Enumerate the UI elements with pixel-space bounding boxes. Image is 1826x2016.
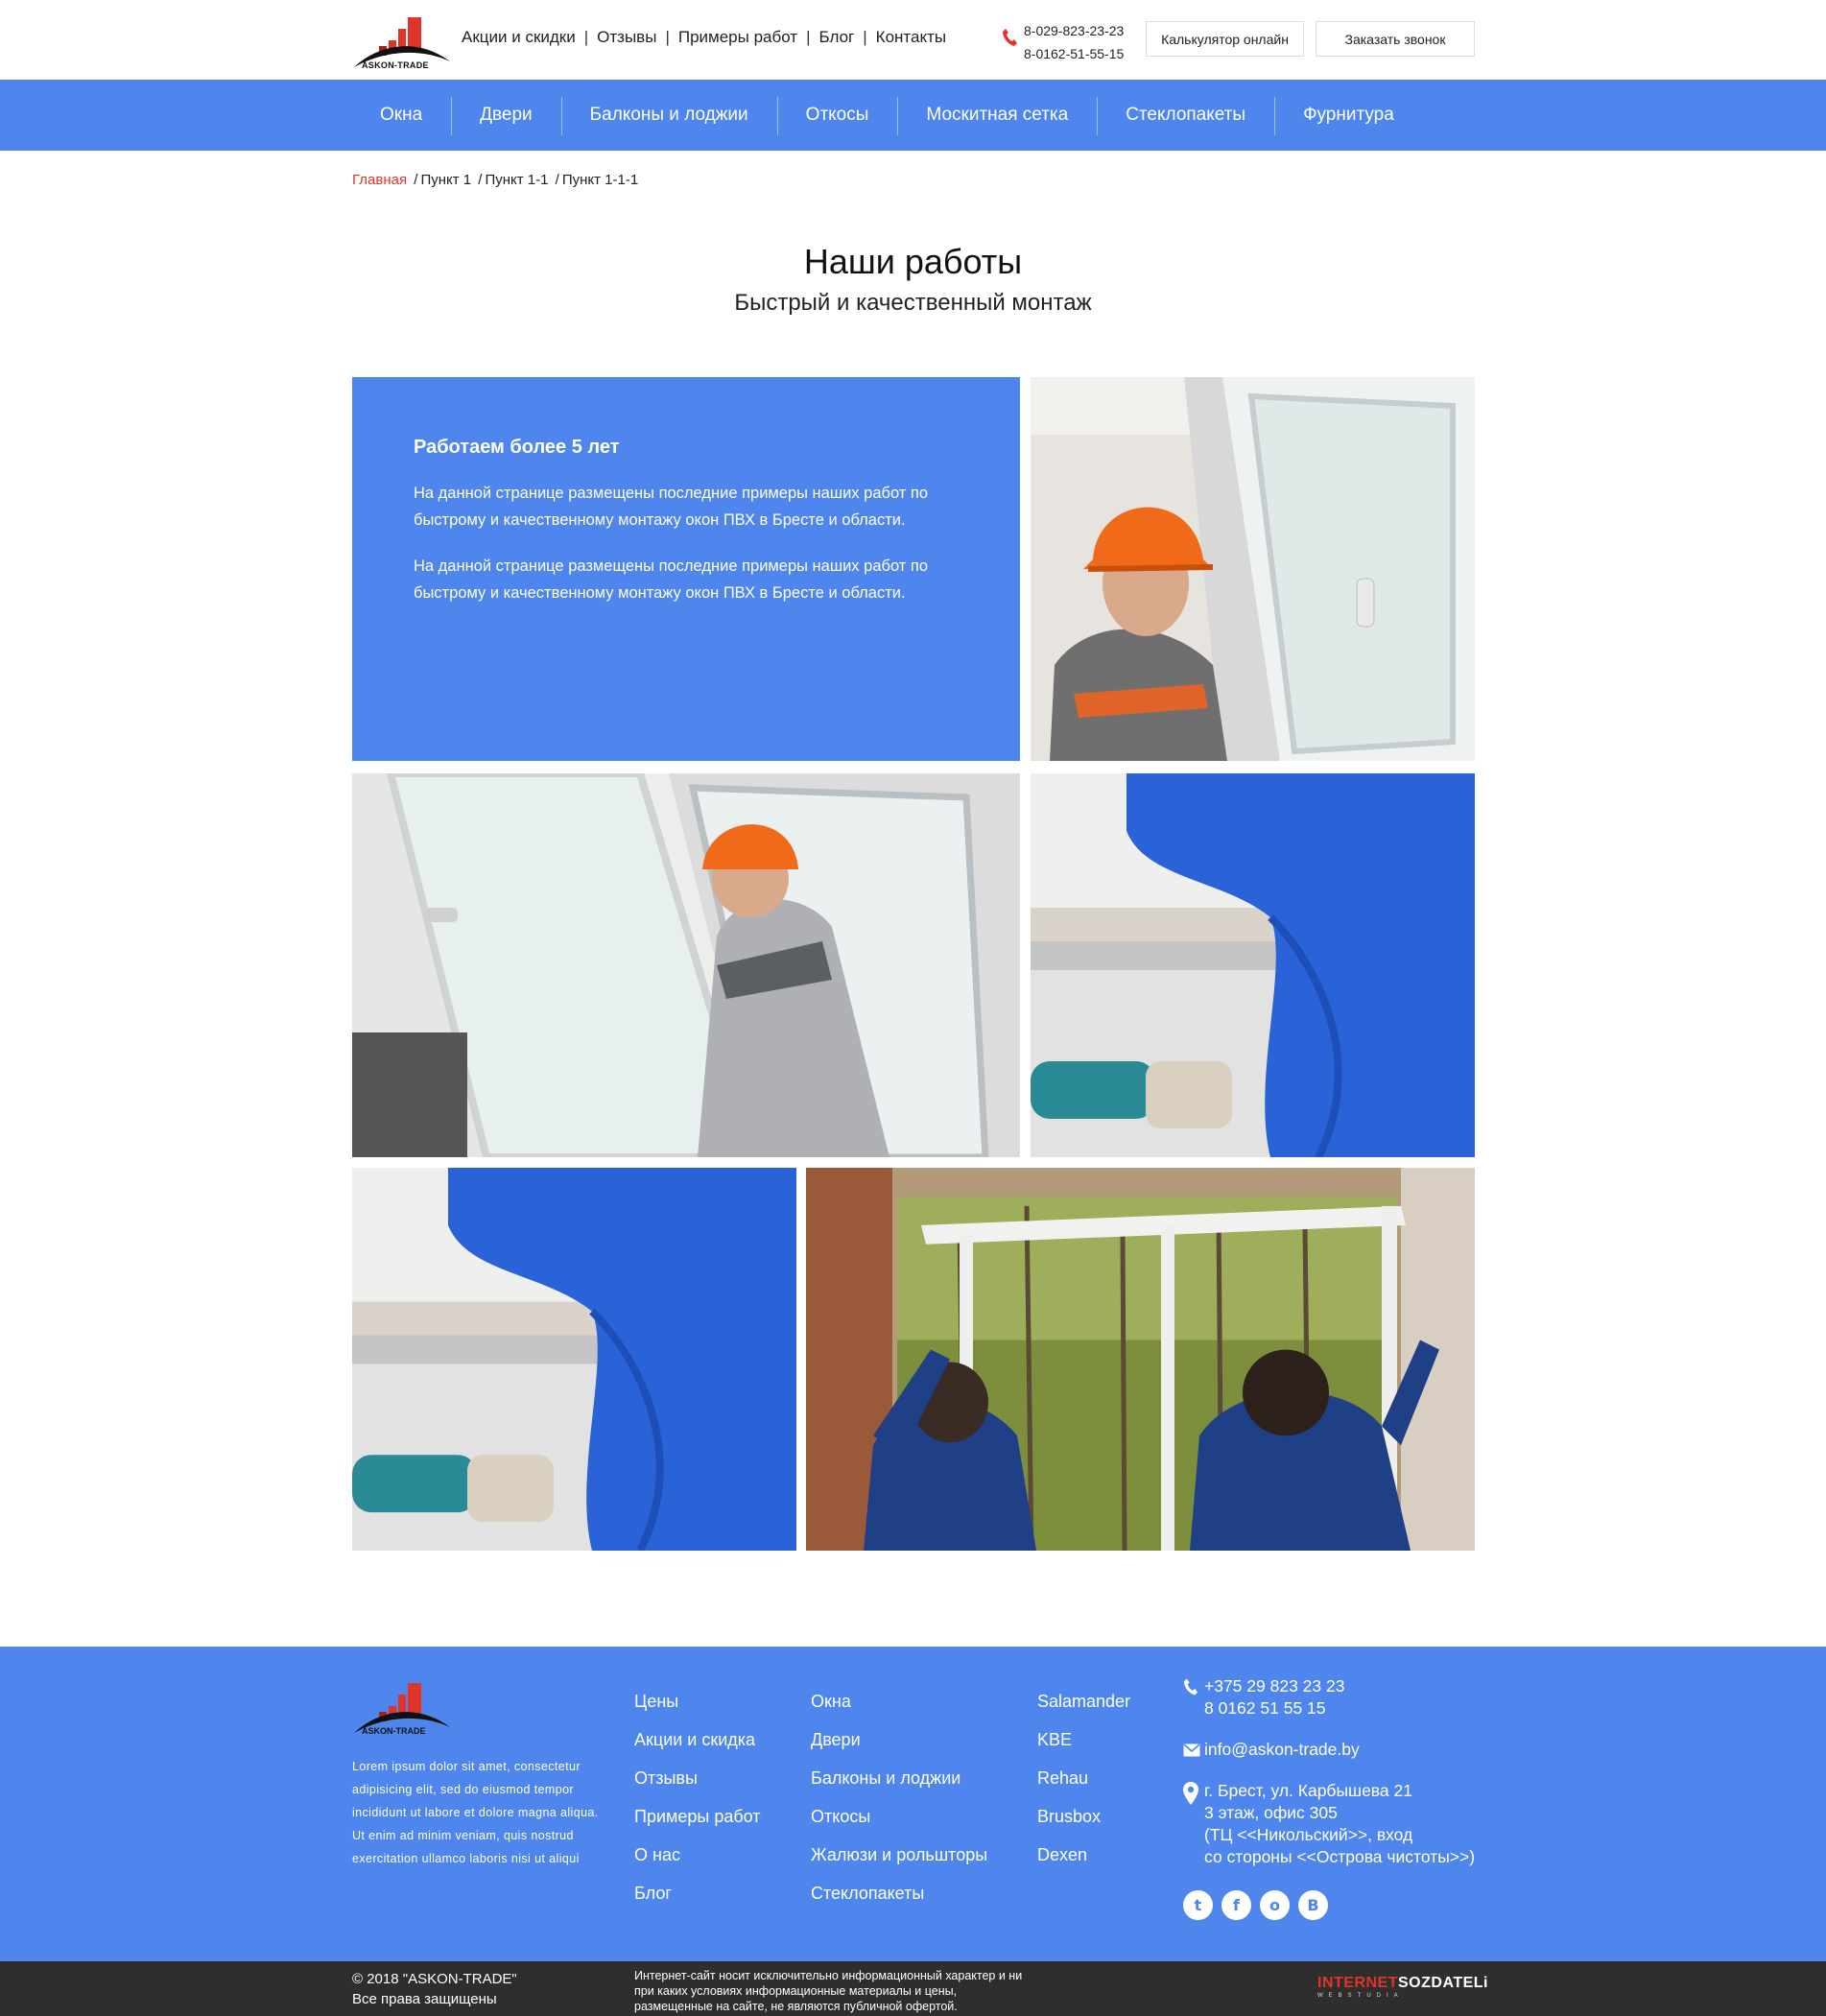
footer-links-company: Цены Акции и скидка Отзывы Примеры работ… xyxy=(634,1682,761,1912)
mainnav-item-glass-units[interactable]: Стеклопакеты xyxy=(1097,80,1274,151)
footer-link[interactable]: Жалюзи и рольшторы xyxy=(811,1836,987,1874)
footer-link[interactable]: Блог xyxy=(634,1874,761,1912)
footer-links-products: Окна Двери Балконы и лоджии Откосы Жалюз… xyxy=(811,1682,987,1912)
bottom-bar: © 2018 "ASKON-TRADE" Все права защищены … xyxy=(0,1961,1826,2016)
footer-contacts: +375 29 823 23 23 8 0162 51 55 15 info@a… xyxy=(1183,1675,1490,1868)
footer-phones: +375 29 823 23 23 8 0162 51 55 15 xyxy=(1183,1675,1490,1720)
facebook-icon[interactable]: f xyxy=(1221,1890,1251,1920)
location-pin-icon xyxy=(1183,1782,1198,1805)
mainnav-item-balconies[interactable]: Балконы и лоджии xyxy=(560,80,777,151)
site-footer: ASKON-TRADE Lorem ipsum dolor sit amet, … xyxy=(0,1647,1826,1961)
footer-address: г. Брест, ул. Карбышева 21 3 этаж, офис … xyxy=(1183,1780,1490,1868)
footer-phone[interactable]: 8 0162 51 55 15 xyxy=(1204,1697,1490,1720)
footer-link[interactable]: Стеклопакеты xyxy=(811,1874,987,1912)
twitter-icon[interactable]: t xyxy=(1183,1890,1213,1920)
mainnav-item-hardware[interactable]: Фурнитура xyxy=(1274,80,1423,151)
copyright-text: © 2018 "ASKON-TRADE" xyxy=(352,1971,517,1987)
footer-email[interactable]: info@askon-trade.by xyxy=(1204,1739,1490,1761)
footer-logo[interactable]: ASKON-TRADE xyxy=(352,1673,452,1739)
vk-icon[interactable]: B xyxy=(1298,1890,1328,1920)
mainnav-item-mosquito-net[interactable]: Москитная сетка xyxy=(897,80,1097,151)
intro-block: Работаем более 5 лет На данной странице … xyxy=(352,377,1020,761)
footer-link[interactable]: Dexen xyxy=(1037,1836,1130,1874)
topnav-link-contacts[interactable]: Контакты xyxy=(876,28,946,47)
top-nav: Акции и скидки | Отзывы | Примеры работ | Б… xyxy=(462,28,947,47)
phone-icon xyxy=(1003,29,1017,46)
footer-description: Lorem ipsum dolor sit amet, consectetur … xyxy=(352,1760,599,1865)
logo-text: ASKON-TRADE xyxy=(362,60,429,70)
footer-email-row: info@askon-trade.by xyxy=(1183,1739,1490,1761)
topnav-link-promos[interactable]: Акции и скидки xyxy=(462,28,576,47)
footer-link[interactable]: Цены xyxy=(634,1682,761,1720)
footer-link[interactable]: Отзывы xyxy=(634,1759,761,1797)
footer-link[interactable]: Примеры работ xyxy=(634,1797,761,1836)
work-photo[interactable] xyxy=(352,773,1020,1157)
intro-paragraph: На данной странице размещены последние п… xyxy=(414,485,929,529)
site-header: ASKON-TRADE Акции и скидки | Отзывы | Прим… xyxy=(0,0,1826,80)
page-title: Наши работы xyxy=(803,242,1023,281)
phone-icon xyxy=(1183,1678,1198,1696)
worker-window-photo xyxy=(352,773,1020,1157)
footer-link[interactable]: Salamander xyxy=(1037,1682,1130,1720)
work-photo[interactable] xyxy=(1031,773,1475,1157)
footer-link[interactable]: Окна xyxy=(811,1682,987,1720)
header-phone-2[interactable]: 8-0162-51-55-15 xyxy=(1024,42,1124,65)
breadcrumb-home[interactable]: Главная xyxy=(352,172,407,188)
footer-link[interactable]: Brusbox xyxy=(1037,1797,1130,1836)
mainnav-item-windows[interactable]: Окна xyxy=(351,80,451,151)
footer-logo-text: ASKON-TRADE xyxy=(362,1726,426,1736)
footer-link[interactable]: Двери xyxy=(811,1720,987,1759)
studio-name-white: SOZDATELi xyxy=(1398,1975,1488,1991)
address-line: 3 этаж, офис 305 xyxy=(1204,1803,1338,1822)
studio-logo[interactable]: INTERNETSOZDATELi WEBSTUDIA xyxy=(1317,1975,1488,1999)
address-line: г. Брест, ул. Карбышева 21 xyxy=(1204,1781,1412,1800)
topnav-link-reviews[interactable]: Отзывы xyxy=(597,28,656,47)
footer-link[interactable]: Откосы xyxy=(811,1797,987,1836)
work-photo[interactable] xyxy=(1031,377,1475,761)
workers-frame-photo xyxy=(806,1168,1475,1551)
odnoklassniki-icon[interactable]: o xyxy=(1260,1890,1290,1920)
footer-phone[interactable]: +375 29 823 23 23 xyxy=(1204,1675,1490,1697)
footer-link[interactable]: Rehau xyxy=(1037,1759,1130,1797)
header-phones: 8-029-823-23-23 8-0162-51-55-15 xyxy=(1024,19,1124,65)
mail-icon xyxy=(1183,1743,1200,1757)
work-photo[interactable] xyxy=(806,1168,1475,1551)
copyright: © 2018 "ASKON-TRADE" Все права защищены xyxy=(352,1969,517,2009)
footer-link[interactable]: О нас xyxy=(634,1836,761,1874)
worker-helmet-photo xyxy=(1031,377,1475,761)
worker-drill-photo xyxy=(1031,773,1475,1157)
topnav-link-works[interactable]: Примеры работ xyxy=(678,28,797,47)
breadcrumb: Главная / Пункт 1 /Пункт 1-1 /Пункт 1-1-1 xyxy=(352,172,639,188)
logo[interactable]: ASKON-TRADE xyxy=(352,8,452,73)
page-subtitle: Быстрый и качественный монтаж xyxy=(734,290,1092,316)
calculator-button[interactable]: Калькулятор онлайн xyxy=(1146,21,1304,57)
intro-paragraph: На данной странице размещены последние п… xyxy=(414,557,929,602)
footer-link[interactable]: Акции и скидка xyxy=(634,1720,761,1759)
footer-link[interactable]: Балконы и лоджии xyxy=(811,1759,987,1797)
intro-heading: Работаем более 5 лет xyxy=(414,437,620,458)
mainnav-item-slopes[interactable]: Откосы xyxy=(776,80,898,151)
mainnav-item-doors[interactable]: Двери xyxy=(451,80,561,151)
work-photo[interactable] xyxy=(352,1168,796,1551)
studio-name-red: INTERNET xyxy=(1317,1975,1398,1991)
main-nav: Окна Двери Балконы и лоджии Откосы Моски… xyxy=(0,80,1826,151)
address-line: (ТЦ <<Никольский>>, вход xyxy=(1204,1825,1413,1844)
worker-drill-photo xyxy=(352,1168,796,1551)
disclaimer: Интернет-сайт носит исключительно информ… xyxy=(634,1969,1023,2013)
breadcrumb-item: Пункт 1-1-1 xyxy=(561,172,639,188)
breadcrumb-item[interactable]: Пункт 1 xyxy=(420,172,471,188)
footer-links-brands: Salamander KBE Rehau Brusbox Dexen xyxy=(1037,1682,1130,1874)
topnav-link-blog[interactable]: Блог xyxy=(819,28,855,47)
address-line: со стороны <<Острова чистоты>>) xyxy=(1204,1847,1476,1866)
footer-link[interactable]: KBE xyxy=(1037,1720,1130,1759)
breadcrumb-item[interactable]: Пункт 1-1 xyxy=(485,172,548,188)
header-phone-1[interactable]: 8-029-823-23-23 xyxy=(1024,19,1124,42)
order-call-button[interactable]: Заказать звонок xyxy=(1316,21,1475,57)
rights-text: Все права защищены xyxy=(352,1991,497,2007)
studio-subtitle: WEBSTUDIA xyxy=(1317,1993,1404,1999)
social-links: t f o B xyxy=(1183,1890,1337,1920)
